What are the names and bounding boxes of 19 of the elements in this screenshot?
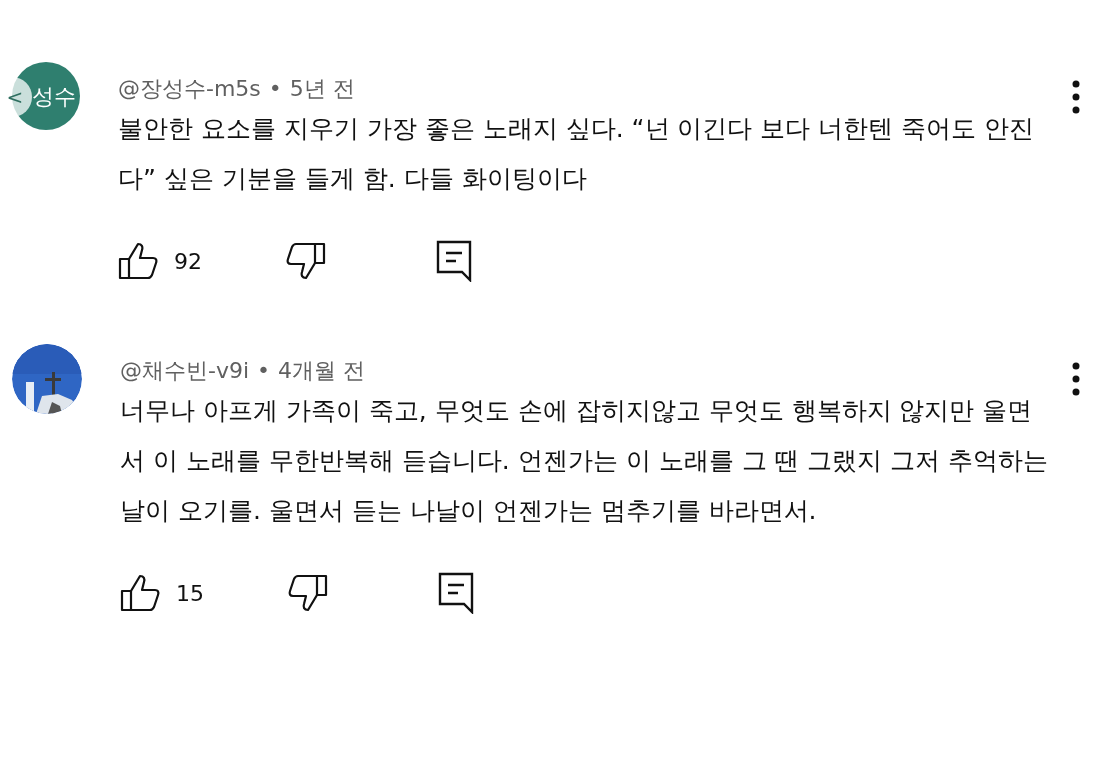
thumbs-down-icon[interactable] — [286, 574, 328, 612]
separator-dot: • — [268, 74, 282, 103]
reply-icon[interactable] — [438, 572, 474, 614]
like-count: 92 — [174, 247, 203, 276]
like-count: 15 — [176, 579, 205, 608]
comment-text: 불안한 요소를 지우기 가장 좋은 노래지 싶다. “넌 이긴다 보다 너한텐 죽어도 안진다” 싶은 기분을 들게 함. 다들 화이팅이다 — [118, 113, 1036, 195]
thumbs-down-icon[interactable] — [284, 242, 326, 280]
thumbs-up-icon[interactable] — [120, 574, 162, 612]
comment-author[interactable]: @장성수-m5s — [118, 71, 261, 105]
comment-time: 4개월 전 — [278, 356, 366, 385]
comment-time: 5년 전 — [289, 74, 355, 103]
reply-icon[interactable] — [436, 240, 472, 282]
comment-text: 너무나 아프게 가족이 죽고, 무엇도 손에 잡히지않고 무엇도 행복하지 않지만 울면서 이 노래를 무한반복해 듣습니다. 언젠가는 이 노래를 그 땐 그랬지 그저 추억하는 날이 오기를. 울면서 듣는 나날이 언젠가는 멈추기를 바라면서. — [120, 395, 1050, 527]
separator-dot: • — [257, 356, 271, 385]
more-options-icon[interactable] — [1072, 362, 1080, 396]
comment-author[interactable]: @채수빈-v9i — [120, 353, 250, 387]
avatar-initials: 성수 — [32, 82, 76, 111]
more-options-icon[interactable] — [1072, 80, 1080, 114]
thumbs-up-icon[interactable] — [118, 242, 160, 280]
